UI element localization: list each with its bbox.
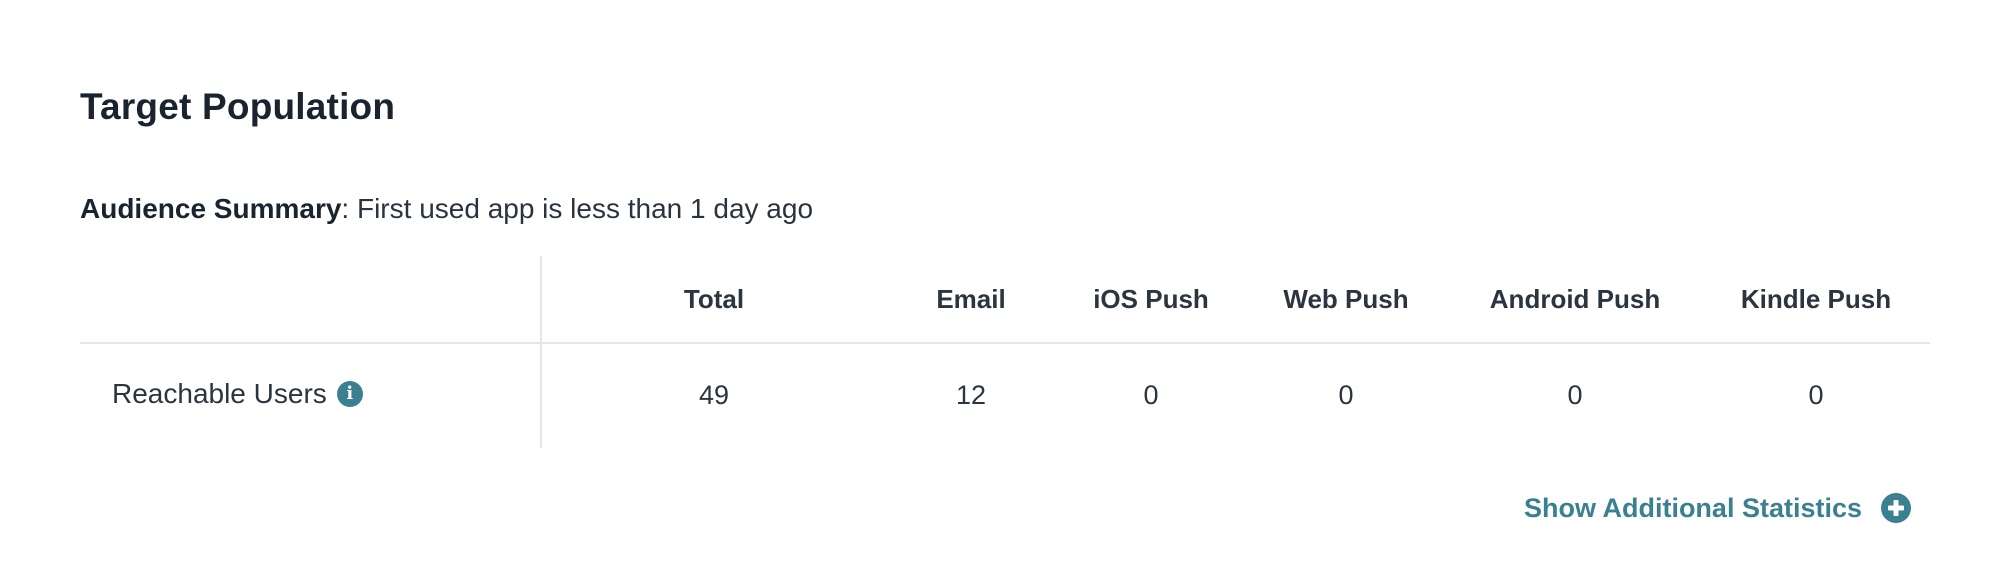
- info-icon[interactable]: i: [336, 381, 363, 407]
- target-population-panel: Target Population Audience Summary: Firs…: [80, 0, 1930, 576]
- column-header-total: Total: [683, 284, 745, 314]
- cell-total: 49: [698, 380, 730, 410]
- cell-email: 12: [955, 380, 987, 410]
- audience-summary-separator: :: [341, 193, 357, 224]
- cell-ios-push: 0: [1143, 380, 1159, 410]
- page-title: Target Population: [80, 86, 396, 127]
- reachable-users-table: Total Email iOS Push Web Push Android Pu…: [80, 256, 1930, 448]
- cell-kindle-push: 0: [1808, 380, 1824, 410]
- column-header-ios-push: iOS Push: [1093, 284, 1209, 314]
- cell-web-push: 0: [1338, 380, 1354, 410]
- row-label-reachable-users: Reachable Users i: [112, 378, 363, 410]
- cell-android-push: 0: [1567, 380, 1583, 410]
- reachable-users-label: Reachable Users: [112, 378, 327, 409]
- show-additional-statistics-label: Show Additional Statistics: [1523, 492, 1862, 523]
- plus-circle-icon: [1881, 493, 1911, 523]
- audience-summary-label: Audience Summary: [80, 193, 342, 224]
- header-divider: [80, 342, 1930, 344]
- column-header-email: Email: [936, 284, 1006, 314]
- column-header-android-push: Android Push: [1489, 284, 1661, 314]
- show-additional-statistics-link[interactable]: Show Additional Statistics: [1524, 492, 1912, 524]
- column-header-web-push: Web Push: [1283, 284, 1409, 314]
- audience-summary-text: First used app is less than 1 day ago: [356, 193, 814, 224]
- column-divider: [540, 256, 542, 448]
- audience-summary: Audience Summary: First used app is less…: [80, 193, 813, 225]
- column-header-kindle-push: Kindle Push: [1740, 284, 1892, 314]
